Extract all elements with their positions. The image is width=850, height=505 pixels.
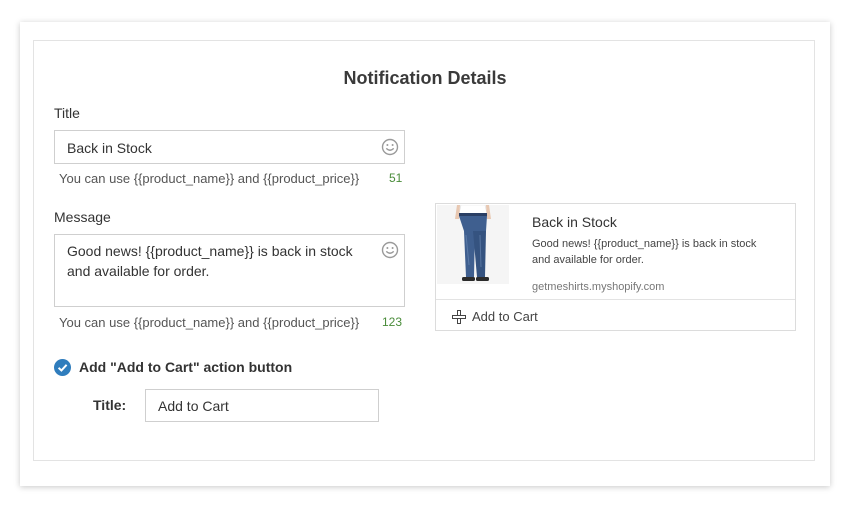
message-label: Message xyxy=(54,209,111,225)
preview-domain: getmeshirts.myshopify.com xyxy=(532,281,665,293)
action-title-input[interactable]: Add to Cart xyxy=(145,389,379,422)
preview-add-to-cart-button[interactable]: Add to Cart xyxy=(452,308,602,326)
page-title: Notification Details xyxy=(343,68,507,88)
notification-preview: Back in Stock Good news! {{product_name}… xyxy=(435,203,796,331)
preview-message-line2: and available for order. xyxy=(532,254,644,266)
title-input[interactable]: Back in Stock xyxy=(54,130,405,164)
message-textarea[interactable]: Good news! {{product_name}} is back in s… xyxy=(54,234,405,307)
title-hint: You can use {{product_name}} and {{produ… xyxy=(59,171,360,186)
action-title-value: Add to Cart xyxy=(158,398,229,414)
title-char-count: 51 xyxy=(389,171,403,185)
message-hint: You can use {{product_name}} and {{produ… xyxy=(59,315,360,330)
title-label: Title xyxy=(54,105,80,121)
preview-title: Back in Stock xyxy=(532,214,617,230)
message-value-line1: Good news! {{product_name}} is back in s… xyxy=(67,243,353,259)
smiley-icon[interactable] xyxy=(381,241,399,259)
title-input-value: Back in Stock xyxy=(67,140,152,156)
preview-button-label: Add to Cart xyxy=(472,309,538,324)
message-char-count: 123 xyxy=(382,315,403,329)
add-to-cart-checkbox-label[interactable]: Add "Add to Cart" action button xyxy=(79,359,292,375)
product-jeans-image xyxy=(437,205,509,284)
checkmark-icon xyxy=(57,364,68,372)
preview-message-line1: Good news! {{product_name}} is back in s… xyxy=(532,238,757,250)
smiley-icon[interactable] xyxy=(381,138,399,156)
preview-divider xyxy=(436,299,795,300)
add-to-cart-checkbox[interactable] xyxy=(54,359,71,376)
plus-icon xyxy=(452,310,466,324)
message-value-line2: and available for order. xyxy=(67,263,210,279)
action-title-label: Title: xyxy=(93,397,127,413)
